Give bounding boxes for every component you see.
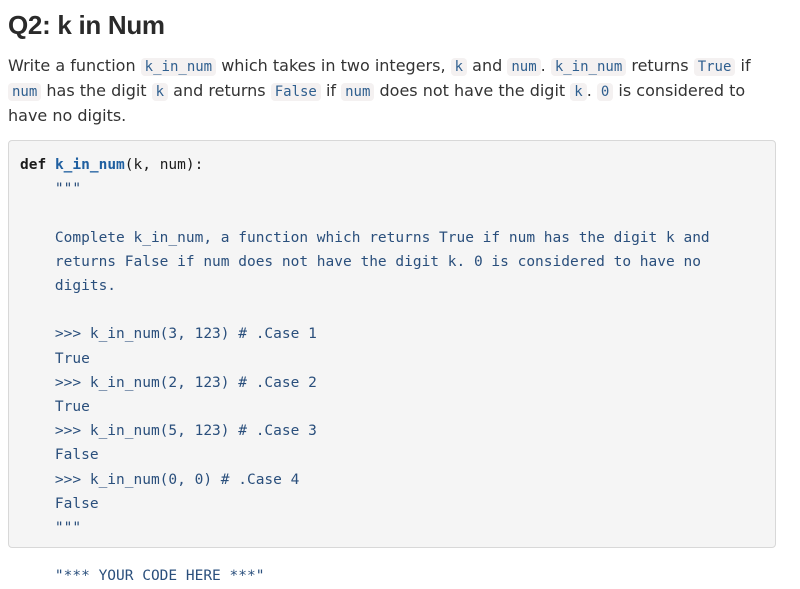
code-line: >>> k_in_num(2, 123) # .Case 2 bbox=[20, 374, 317, 391]
inline-code: True bbox=[693, 58, 736, 76]
inline-code: k bbox=[570, 83, 587, 101]
inline-code: num bbox=[8, 83, 42, 101]
code-line: False bbox=[20, 447, 99, 464]
description-text: which takes in two integers, bbox=[216, 56, 451, 75]
code-line: >>> k_in_num(0, 0) # .Case 4 bbox=[20, 471, 300, 488]
description-text: Write a function bbox=[8, 56, 141, 75]
code-line: "*** YOUR CODE HERE ***" bbox=[20, 568, 265, 585]
code-line: True bbox=[20, 399, 90, 416]
inline-code: k_in_num bbox=[550, 58, 627, 76]
inline-code: num bbox=[507, 58, 541, 76]
code-content[interactable]: def k_in_num(k, num): """ Complete k_in_… bbox=[20, 153, 710, 589]
code-line: >>> k_in_num(3, 123) # .Case 1 bbox=[20, 326, 317, 343]
def-keyword: def bbox=[20, 157, 47, 173]
problem-description: Write a function k_in_num which takes in… bbox=[8, 54, 768, 128]
inline-code: False bbox=[270, 83, 321, 101]
description-text: if bbox=[320, 81, 342, 100]
description-text: and returns bbox=[168, 81, 271, 100]
description-text: . bbox=[540, 56, 551, 75]
description-text: returns bbox=[626, 56, 694, 75]
function-name: k_in_num bbox=[54, 157, 125, 173]
code-line-def: def k_in_num(k, num): bbox=[20, 153, 710, 177]
description-text: if bbox=[735, 56, 751, 75]
description-text: . bbox=[586, 81, 597, 100]
function-signature: (k, num): bbox=[124, 157, 204, 173]
code-line: """ bbox=[20, 181, 82, 198]
inline-code: k bbox=[450, 58, 468, 76]
page-title: Q2: k in Num bbox=[8, 10, 165, 40]
code-line: False bbox=[20, 495, 99, 512]
inline-code: 0 bbox=[596, 83, 614, 101]
inline-code: num bbox=[341, 83, 375, 101]
code-line: Complete k_in_num, a function which retu… bbox=[20, 229, 710, 246]
code-line: True bbox=[20, 350, 90, 367]
inline-code: k bbox=[151, 83, 169, 101]
code-line: digits. bbox=[20, 278, 117, 295]
description-text: has the digit bbox=[41, 81, 152, 100]
code-block[interactable]: def k_in_num(k, num): """ Complete k_in_… bbox=[8, 140, 776, 584]
code-line: """ bbox=[20, 520, 82, 537]
code-line: returns False if num does not have the d… bbox=[20, 253, 701, 270]
code-line: >>> k_in_num(5, 123) # .Case 3 bbox=[20, 423, 317, 440]
description-text: and bbox=[467, 56, 508, 75]
description-text: does not have the digit bbox=[374, 81, 571, 100]
inline-code: k_in_num bbox=[140, 58, 217, 76]
